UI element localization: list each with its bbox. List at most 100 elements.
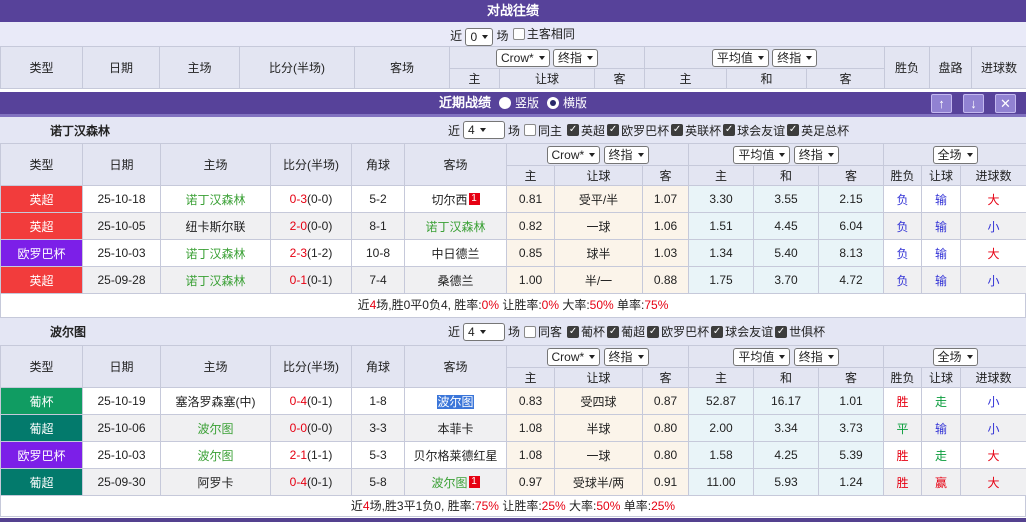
score-cell: 0-1(0-1) xyxy=(271,267,352,294)
league-type-badge: 葡杯 xyxy=(1,388,83,415)
league-filter[interactable]: ✓英足总杯 xyxy=(787,122,849,139)
team-link[interactable]: 诺丁汉森林 xyxy=(425,220,485,234)
avg-stage-select[interactable]: 终指 xyxy=(794,348,839,366)
odds-stage-select[interactable]: 终指 xyxy=(553,49,598,67)
away-team-cell: 切尔西1 xyxy=(405,186,507,213)
league-type-badge: 葡超 xyxy=(1,415,83,442)
subcol-handicap: 让球 xyxy=(500,69,595,89)
scope-select[interactable]: 全场 xyxy=(933,146,978,164)
team-link[interactable]: 桑德兰 xyxy=(437,274,473,288)
corner-cell: 5-8 xyxy=(352,469,405,496)
team-section-nottingham: 诺丁汉森林 近 4 场 同主 ✓英超✓欧罗巴杯✓英联杯✓球会友谊✓英足总杯 类型… xyxy=(0,117,1026,318)
avg-odds-cell: 5.40 xyxy=(754,240,819,267)
radio-selected-icon[interactable] xyxy=(547,97,559,109)
odds-cell: 0.81 xyxy=(507,186,555,213)
checkbox-checked-icon[interactable]: ✓ xyxy=(567,326,579,338)
checkbox-checked-icon[interactable]: ✓ xyxy=(607,124,619,136)
summary-text: 4 xyxy=(363,499,370,513)
bookmaker-select[interactable]: Crow* xyxy=(547,348,601,366)
team-link[interactable]: 诺丁汉森林 xyxy=(185,274,245,288)
checkbox-checked-icon[interactable]: ✓ xyxy=(671,124,683,136)
home-team-cell: 波尔图 xyxy=(161,415,271,442)
col-type: 类型 xyxy=(1,47,83,89)
summary-text: 单率: xyxy=(620,499,651,513)
checkbox-checked-icon[interactable]: ✓ xyxy=(647,326,659,338)
league-filter[interactable]: ✓葡杯 xyxy=(567,323,605,340)
league-filter[interactable]: ✓欧罗巴杯 xyxy=(607,122,669,139)
league-filter[interactable]: ✓世俱杯 xyxy=(775,323,825,340)
avg-select[interactable]: 平均值 xyxy=(733,146,790,164)
league-filter[interactable]: ✓欧罗巴杯 xyxy=(647,323,709,340)
bookmaker-select[interactable]: Crow* xyxy=(496,49,550,67)
avg-odds-cell: 1.75 xyxy=(689,267,754,294)
bookmaker-select[interactable]: Crow* xyxy=(547,146,601,164)
recent-count-select[interactable]: 4 xyxy=(463,323,505,341)
scope-select[interactable]: 全场 xyxy=(933,348,978,366)
checkbox-unchecked-icon[interactable] xyxy=(524,124,536,136)
team-link[interactable]: 纽卡斯尔联 xyxy=(185,220,245,234)
team-filters: 近 4 场 同客 ✓葡杯✓葡超✓欧罗巴杯✓球会友谊✓世俱杯 xyxy=(448,323,826,341)
same-venue-filter[interactable]: 同主 xyxy=(524,122,562,139)
team-link[interactable]: 诺丁汉森林 xyxy=(185,193,245,207)
league-filter[interactable]: ✓葡超 xyxy=(607,323,645,340)
odds-stage-select[interactable]: 终指 xyxy=(604,146,649,164)
handicap-result-cell: 输 xyxy=(922,267,961,294)
checkbox-unchecked-icon[interactable] xyxy=(524,326,536,338)
odds-group-header: Crow* 终指 xyxy=(507,144,689,166)
result-cell: 平 xyxy=(884,415,922,442)
avg-group-header: 平均值 终指 xyxy=(645,47,885,69)
same-venue-filter[interactable]: 同客 xyxy=(524,323,562,340)
vertical-layout-radio[interactable]: 竖版 xyxy=(499,92,539,114)
checkbox-checked-icon[interactable]: ✓ xyxy=(567,124,579,136)
team-link[interactable]: 阿罗卡 xyxy=(197,476,233,490)
avg-stage-select[interactable]: 终指 xyxy=(794,146,839,164)
col-away: 客场 xyxy=(405,144,507,186)
league-filter[interactable]: ✓球会友谊 xyxy=(711,323,773,340)
team-link[interactable]: 切尔西 xyxy=(431,193,467,207)
recent-count-select[interactable]: 4 xyxy=(463,121,505,139)
league-type-badge: 欧罗巴杯 xyxy=(1,442,83,469)
match-row: 葡超25-09-30阿罗卡0-4(0-1)5-8波尔图10.97受球半/两0.9… xyxy=(1,469,1026,496)
avg-select[interactable]: 平均值 xyxy=(712,49,769,67)
checkbox-checked-icon[interactable]: ✓ xyxy=(787,124,799,136)
checkbox-unchecked-icon[interactable] xyxy=(513,28,525,40)
result-cell: 负 xyxy=(884,267,922,294)
move-down-button[interactable]: ↓ xyxy=(963,94,984,113)
h2h-recent-select[interactable]: 0 xyxy=(465,28,493,46)
team-link[interactable]: 中日德兰 xyxy=(431,247,479,261)
result-cell: 负 xyxy=(884,186,922,213)
team-link[interactable]: 波尔图 xyxy=(197,449,233,463)
checkbox-checked-icon[interactable]: ✓ xyxy=(607,326,619,338)
team-link[interactable]: 本菲卡 xyxy=(437,422,473,436)
goals-result-cell: 大 xyxy=(961,186,1026,213)
league-filter[interactable]: ✓英超 xyxy=(567,122,605,139)
odds-cell: 受平/半 xyxy=(555,186,643,213)
move-up-button[interactable]: ↑ xyxy=(931,94,952,113)
summary-text: 25% xyxy=(651,499,675,513)
match-date: 25-10-18 xyxy=(83,186,161,213)
horizontal-layout-radio[interactable]: 横版 xyxy=(547,92,587,114)
same-home-away-filter[interactable]: 主客相同 xyxy=(513,22,575,46)
checkbox-checked-icon[interactable]: ✓ xyxy=(723,124,735,136)
avg-select[interactable]: 平均值 xyxy=(733,348,790,366)
team-link[interactable]: 塞洛罗森塞(中) xyxy=(176,395,256,409)
checkbox-checked-icon[interactable]: ✓ xyxy=(775,326,787,338)
team-link[interactable]: 波尔图 xyxy=(197,422,233,436)
radio-icon[interactable] xyxy=(499,97,511,109)
league-filter[interactable]: ✓球会友谊 xyxy=(723,122,785,139)
team-link[interactable]: 贝尔格莱德红星 xyxy=(413,449,497,463)
team-link[interactable]: 波尔图 xyxy=(437,395,473,409)
corner-cell: 7-4 xyxy=(352,267,405,294)
checkbox-checked-icon[interactable]: ✓ xyxy=(711,326,723,338)
team-link[interactable]: 波尔图 xyxy=(431,476,467,490)
odds-stage-select[interactable]: 终指 xyxy=(604,348,649,366)
league-type-badge: 欧罗巴杯 xyxy=(1,240,83,267)
chevron-down-icon xyxy=(480,128,486,132)
subcol-avg-home: 主 xyxy=(645,69,727,89)
close-button[interactable]: ✕ xyxy=(995,94,1016,113)
team-section-porto: 波尔图 近 4 场 同客 ✓葡杯✓葡超✓欧罗巴杯✓球会友谊✓世俱杯 类型 日期 xyxy=(0,318,1026,517)
avg-stage-select[interactable]: 终指 xyxy=(772,49,817,67)
unit-label: 场 xyxy=(497,29,509,43)
league-filter[interactable]: ✓英联杯 xyxy=(671,122,721,139)
team-link[interactable]: 诺丁汉森林 xyxy=(185,247,245,261)
